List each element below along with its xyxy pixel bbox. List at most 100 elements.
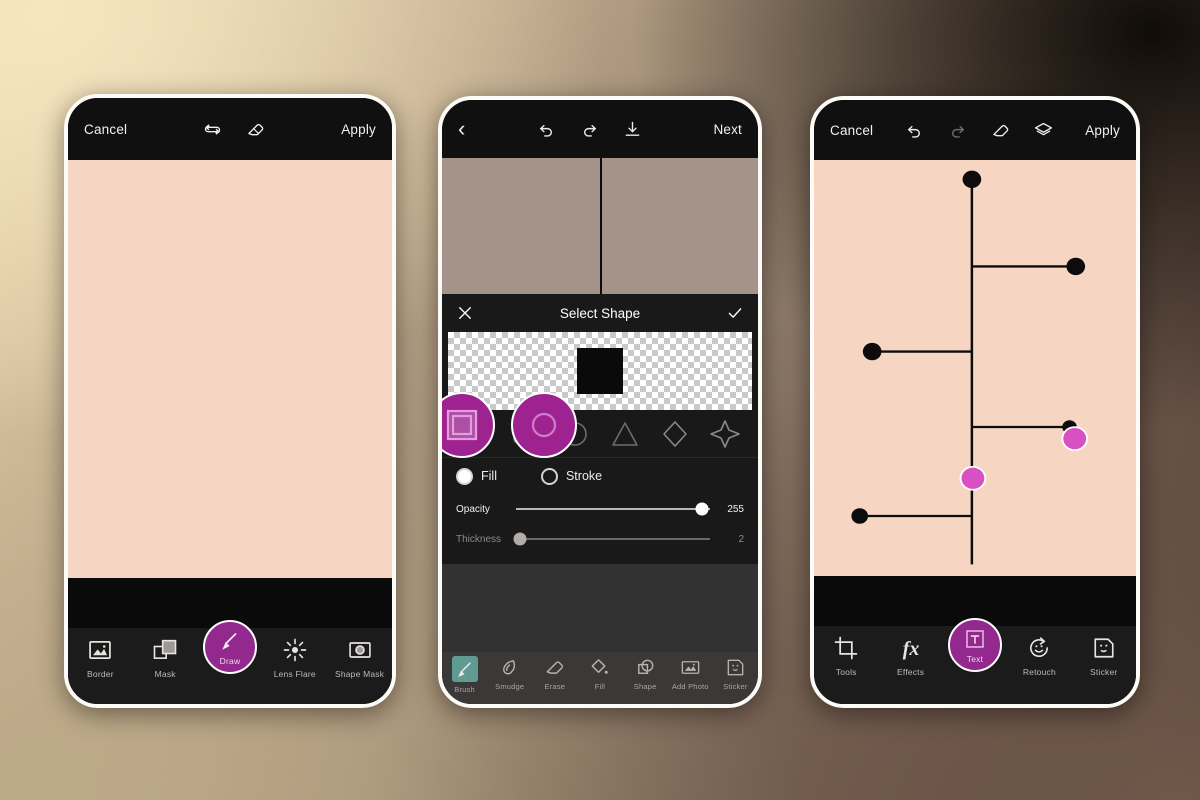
- opacity-slider[interactable]: [516, 502, 710, 516]
- shape-preview-swatch: [577, 348, 623, 394]
- crop-icon: [832, 634, 860, 662]
- timeline-branch-dot-1: [862, 342, 882, 361]
- fill-radio[interactable]: Fill: [456, 467, 497, 485]
- tool-label: Retouch: [1022, 667, 1056, 677]
- opacity-slider-knob[interactable]: [695, 502, 709, 516]
- tool-retouch[interactable]: Retouch: [1009, 634, 1069, 677]
- tool-label: Shape Mask: [334, 669, 385, 679]
- tool-label: Fill: [594, 682, 606, 691]
- shape-mask-icon: [346, 636, 374, 664]
- shape-handle-axis[interactable]: [959, 465, 987, 491]
- phone2-topbar-icons: [536, 119, 643, 140]
- circle-shape-selected-highlight[interactable]: [511, 392, 577, 458]
- next-button[interactable]: Next: [713, 122, 742, 137]
- rotate-icon[interactable]: [202, 119, 223, 140]
- tool-tools[interactable]: Tools: [816, 634, 876, 677]
- tool-label: Tools: [835, 667, 857, 677]
- phone3-tool-rail: Tools fx Effects Text Retouch Sticker: [814, 618, 1136, 704]
- cancel-button[interactable]: Cancel: [830, 123, 873, 138]
- phone3-canvas[interactable]: [814, 160, 1136, 576]
- retouch-icon: [1025, 634, 1053, 662]
- star-shape[interactable]: [708, 417, 742, 451]
- fill-stroke-row: Fill Stroke: [442, 458, 758, 494]
- phone1-topbar-icons: [202, 119, 266, 140]
- eraser-icon[interactable]: [245, 119, 266, 140]
- stroke-radio[interactable]: Stroke: [540, 467, 603, 485]
- tool-shape-mask[interactable]: Shape Mask: [330, 636, 390, 679]
- tool-label: Border: [87, 669, 114, 679]
- tool-label: Brush: [454, 685, 475, 694]
- redo-icon[interactable]: [947, 120, 968, 141]
- tool-add-photo[interactable]: Add Photo: [668, 656, 712, 691]
- cancel-button[interactable]: Cancel: [84, 122, 127, 137]
- phone2-topbar: ‹ Next: [442, 100, 758, 158]
- tool-label: Add Photo: [671, 682, 709, 691]
- download-icon[interactable]: [622, 119, 643, 140]
- dialog-title: Select Shape: [559, 305, 641, 321]
- thickness-slider[interactable]: [513, 532, 710, 546]
- check-icon[interactable]: [726, 304, 744, 322]
- lens-flare-icon: [281, 636, 309, 664]
- tool-shape[interactable]: Shape: [623, 656, 667, 691]
- smudge-icon: [498, 656, 521, 679]
- undo-icon[interactable]: [536, 119, 557, 140]
- close-icon[interactable]: [456, 304, 474, 322]
- layers-icon[interactable]: [1033, 120, 1054, 141]
- tool-label: Sticker: [723, 682, 748, 691]
- phone2-tool-rail: Brush Smudge Erase Fill Shape Add Photo …: [442, 652, 758, 704]
- redo-icon[interactable]: [579, 119, 600, 140]
- apply-button[interactable]: Apply: [341, 122, 376, 137]
- tool-sticker[interactable]: Sticker: [1074, 634, 1134, 677]
- timeline-branch-dot-3: [851, 508, 869, 524]
- back-button[interactable]: ‹: [458, 118, 466, 140]
- paint-bucket-icon: [588, 656, 611, 679]
- eraser-icon: [543, 656, 566, 679]
- apply-button[interactable]: Apply: [1085, 123, 1120, 138]
- thickness-value: 2: [738, 533, 744, 545]
- undo-icon[interactable]: [904, 120, 925, 141]
- tool-text[interactable]: Text: [945, 618, 1005, 672]
- tool-brush[interactable]: Brush: [443, 656, 487, 694]
- text-icon: [963, 627, 987, 651]
- tool-lens-flare[interactable]: Lens Flare: [265, 636, 325, 679]
- dialog-header: Select Shape: [442, 294, 758, 332]
- tool-mask[interactable]: Mask: [135, 636, 195, 679]
- phone1-topbar: Cancel Apply: [68, 98, 392, 160]
- shape-handle-right[interactable]: [1061, 426, 1089, 452]
- sticker-icon: [1090, 634, 1118, 662]
- fill-radio-dot: [456, 467, 473, 485]
- tool-fill[interactable]: Fill: [578, 656, 622, 691]
- opacity-label: Opacity: [456, 503, 490, 515]
- stroke-label: Stroke: [565, 469, 603, 483]
- fx-icon: fx: [897, 634, 925, 662]
- tool-sticker[interactable]: Sticker: [713, 656, 757, 691]
- shape-picker-row: [442, 392, 758, 458]
- text-bubble[interactable]: Text: [947, 618, 1002, 672]
- opacity-slider-row: Opacity 255: [442, 494, 758, 524]
- sticker-icon: [724, 656, 747, 679]
- shape-icon: [634, 656, 657, 679]
- opacity-value: 255: [727, 503, 744, 515]
- mask-icon: [151, 636, 179, 664]
- thickness-slider-row: Thickness 2: [442, 524, 758, 554]
- tool-effects[interactable]: fx Effects: [881, 634, 941, 677]
- tool-smudge[interactable]: Smudge: [488, 656, 532, 691]
- triangle-shape[interactable]: [608, 417, 642, 451]
- eraser-icon[interactable]: [990, 120, 1011, 141]
- brush-icon: [451, 656, 478, 682]
- phone2-canvas[interactable]: Select Shape Fill Stroke Opacity 255 Thi…: [442, 158, 758, 564]
- draw-bubble[interactable]: Draw: [202, 620, 257, 674]
- tool-label: Effects: [896, 667, 925, 677]
- phone1-canvas[interactable]: [68, 160, 392, 578]
- timeline-drawing: [814, 160, 1136, 576]
- diamond-shape[interactable]: [658, 417, 692, 451]
- tool-draw[interactable]: Draw: [200, 620, 260, 674]
- thickness-slider-knob[interactable]: [513, 532, 527, 546]
- border-icon: [86, 636, 114, 664]
- phone1-tool-rail: Border Mask Draw Lens Flare Shape Mask: [68, 620, 392, 704]
- tool-border[interactable]: Border: [70, 636, 130, 679]
- tool-label: Draw: [219, 655, 241, 666]
- tool-label: Mask: [154, 669, 176, 679]
- tool-erase[interactable]: Erase: [533, 656, 577, 691]
- tool-label: Erase: [544, 682, 566, 691]
